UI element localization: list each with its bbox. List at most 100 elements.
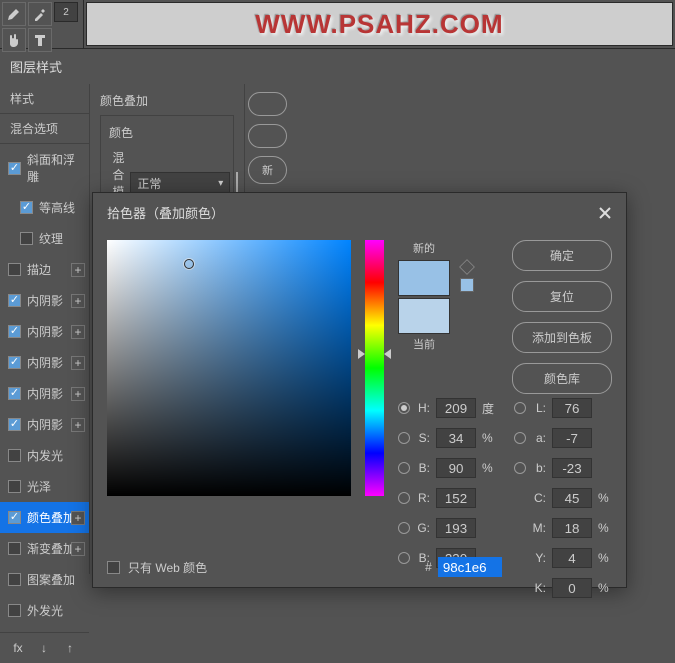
tool-size[interactable]: 2 bbox=[54, 2, 78, 22]
blend-mode-select[interactable]: 正常 bbox=[130, 172, 230, 194]
ok-button[interactable]: 确定 bbox=[512, 240, 612, 271]
style-item-6[interactable]: 内阴影 + bbox=[0, 347, 89, 378]
s-radio[interactable] bbox=[398, 432, 410, 444]
style-checkbox[interactable] bbox=[8, 325, 21, 338]
l-label: L: bbox=[532, 401, 546, 415]
r-input[interactable] bbox=[436, 488, 476, 508]
styles-header: 样式 bbox=[0, 84, 89, 114]
k-unit: % bbox=[598, 581, 612, 595]
style-label: 内阴影 bbox=[27, 354, 63, 371]
color-picker-dialog: 拾色器（叠加颜色） 新的 当前 bbox=[92, 192, 627, 588]
close-icon[interactable] bbox=[598, 206, 612, 220]
style-label: 内阴影 bbox=[27, 416, 63, 433]
up-arrow-icon[interactable]: ↑ bbox=[60, 639, 80, 657]
down-arrow-icon[interactable]: ↓ bbox=[34, 639, 54, 657]
web-safe-swatch[interactable] bbox=[460, 278, 474, 292]
plus-icon[interactable]: + bbox=[71, 542, 85, 556]
style-label: 内阴影 bbox=[27, 292, 63, 309]
s-unit: % bbox=[482, 431, 496, 445]
style-item-0[interactable]: 斜面和浮雕 bbox=[0, 144, 89, 192]
bv-radio[interactable] bbox=[398, 462, 410, 474]
left-toolbar: 2 bbox=[0, 0, 84, 48]
hex-input[interactable] bbox=[438, 557, 502, 577]
style-item-12[interactable]: 渐变叠加+ bbox=[0, 533, 89, 564]
style-checkbox[interactable] bbox=[8, 573, 21, 586]
r-label: R: bbox=[416, 491, 430, 505]
fx-button[interactable]: fx bbox=[8, 639, 28, 657]
style-checkbox[interactable] bbox=[8, 604, 21, 617]
style-item-2[interactable]: 纹理 bbox=[0, 223, 89, 254]
l-radio[interactable] bbox=[514, 402, 526, 414]
a-label: a: bbox=[532, 431, 546, 445]
g-input[interactable] bbox=[436, 518, 476, 538]
new-style-button[interactable]: 新 bbox=[248, 156, 287, 184]
plus-icon[interactable]: + bbox=[71, 511, 85, 525]
cube-icon[interactable] bbox=[459, 259, 475, 275]
k-input[interactable] bbox=[552, 578, 592, 598]
color-field[interactable] bbox=[107, 240, 351, 496]
plus-icon[interactable]: + bbox=[71, 356, 85, 370]
style-item-8[interactable]: 内阴影 + bbox=[0, 409, 89, 440]
sub-label: 颜色 bbox=[109, 124, 225, 141]
plus-icon[interactable]: + bbox=[71, 387, 85, 401]
style-item-5[interactable]: 内阴影+ bbox=[0, 316, 89, 347]
a-radio[interactable] bbox=[514, 432, 526, 444]
style-checkbox[interactable] bbox=[8, 449, 21, 462]
style-item-14[interactable]: 外发光 bbox=[0, 595, 89, 626]
color-field-marker[interactable] bbox=[184, 259, 194, 269]
style-checkbox[interactable] bbox=[8, 356, 21, 369]
pencil-tool[interactable] bbox=[2, 2, 26, 26]
style-checkbox[interactable] bbox=[8, 480, 21, 493]
current-color-swatch[interactable] bbox=[398, 298, 450, 334]
reset-button[interactable]: 复位 bbox=[512, 281, 612, 312]
style-checkbox[interactable] bbox=[8, 294, 21, 307]
style-item-9[interactable]: 内发光 bbox=[0, 440, 89, 471]
style-item-3[interactable]: 描边+ bbox=[0, 254, 89, 285]
h-radio[interactable] bbox=[398, 402, 410, 414]
h-input[interactable] bbox=[436, 398, 476, 418]
r-radio[interactable] bbox=[398, 492, 410, 504]
lab-b-input[interactable] bbox=[552, 458, 592, 478]
eyedropper-tool[interactable] bbox=[28, 2, 52, 26]
style-checkbox[interactable] bbox=[8, 162, 21, 175]
style-checkbox[interactable] bbox=[8, 263, 21, 276]
plus-icon[interactable]: + bbox=[71, 325, 85, 339]
hand-tool[interactable] bbox=[2, 28, 26, 52]
blend-options[interactable]: 混合选项 bbox=[0, 114, 89, 144]
style-checkbox[interactable] bbox=[8, 511, 21, 524]
m-input[interactable] bbox=[552, 518, 592, 538]
style-item-7[interactable]: 内阴影+ bbox=[0, 378, 89, 409]
hue-slider[interactable] bbox=[365, 240, 384, 496]
c-input[interactable] bbox=[552, 488, 592, 508]
color-library-button[interactable]: 颜色库 bbox=[512, 363, 612, 394]
plus-icon[interactable]: + bbox=[71, 263, 85, 277]
style-checkbox[interactable] bbox=[20, 201, 33, 214]
style-item-10[interactable]: 光泽 bbox=[0, 471, 89, 502]
plus-icon[interactable]: + bbox=[71, 418, 85, 432]
style-item-13[interactable]: 图案叠加 bbox=[0, 564, 89, 595]
s-input[interactable] bbox=[436, 428, 476, 448]
style-checkbox[interactable] bbox=[20, 232, 33, 245]
text-tool[interactable] bbox=[28, 28, 52, 52]
overlay-color-swatch[interactable] bbox=[236, 172, 238, 194]
top-pill-1[interactable] bbox=[248, 92, 287, 116]
g-radio[interactable] bbox=[398, 522, 410, 534]
canvas[interactable]: WWW.PSAHZ.COM bbox=[86, 2, 673, 46]
m-label: M: bbox=[532, 521, 546, 535]
style-item-11[interactable]: 颜色叠加+ bbox=[0, 502, 89, 533]
add-swatch-button[interactable]: 添加到色板 bbox=[512, 322, 612, 353]
style-checkbox[interactable] bbox=[8, 387, 21, 400]
style-checkbox[interactable] bbox=[8, 542, 21, 555]
style-label: 外发光 bbox=[27, 602, 63, 619]
a-input[interactable] bbox=[552, 428, 592, 448]
plus-icon[interactable]: + bbox=[71, 294, 85, 308]
style-item-1[interactable]: 等高线 bbox=[0, 192, 89, 223]
l-input[interactable] bbox=[552, 398, 592, 418]
top-pill-2[interactable] bbox=[248, 124, 287, 148]
style-label: 等高线 bbox=[39, 199, 75, 216]
style-item-4[interactable]: 内阴影 + bbox=[0, 285, 89, 316]
web-only-checkbox[interactable] bbox=[107, 561, 120, 574]
bv-input[interactable] bbox=[436, 458, 476, 478]
lab-b-radio[interactable] bbox=[514, 462, 526, 474]
style-checkbox[interactable] bbox=[8, 418, 21, 431]
